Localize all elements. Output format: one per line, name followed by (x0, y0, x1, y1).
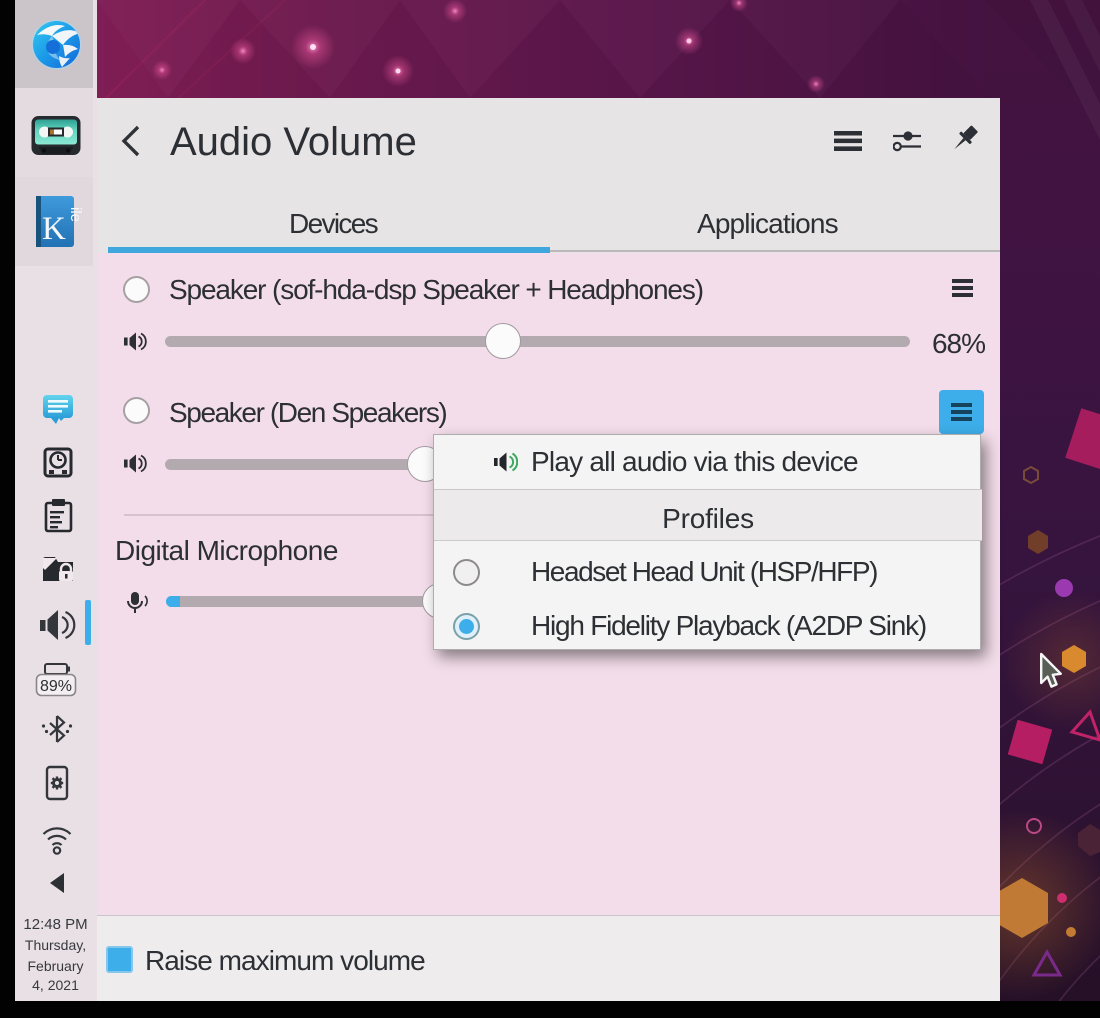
svg-text:89%: 89% (40, 678, 72, 695)
svg-text:K: K (42, 211, 66, 247)
svg-text:ile: ile (67, 207, 84, 222)
